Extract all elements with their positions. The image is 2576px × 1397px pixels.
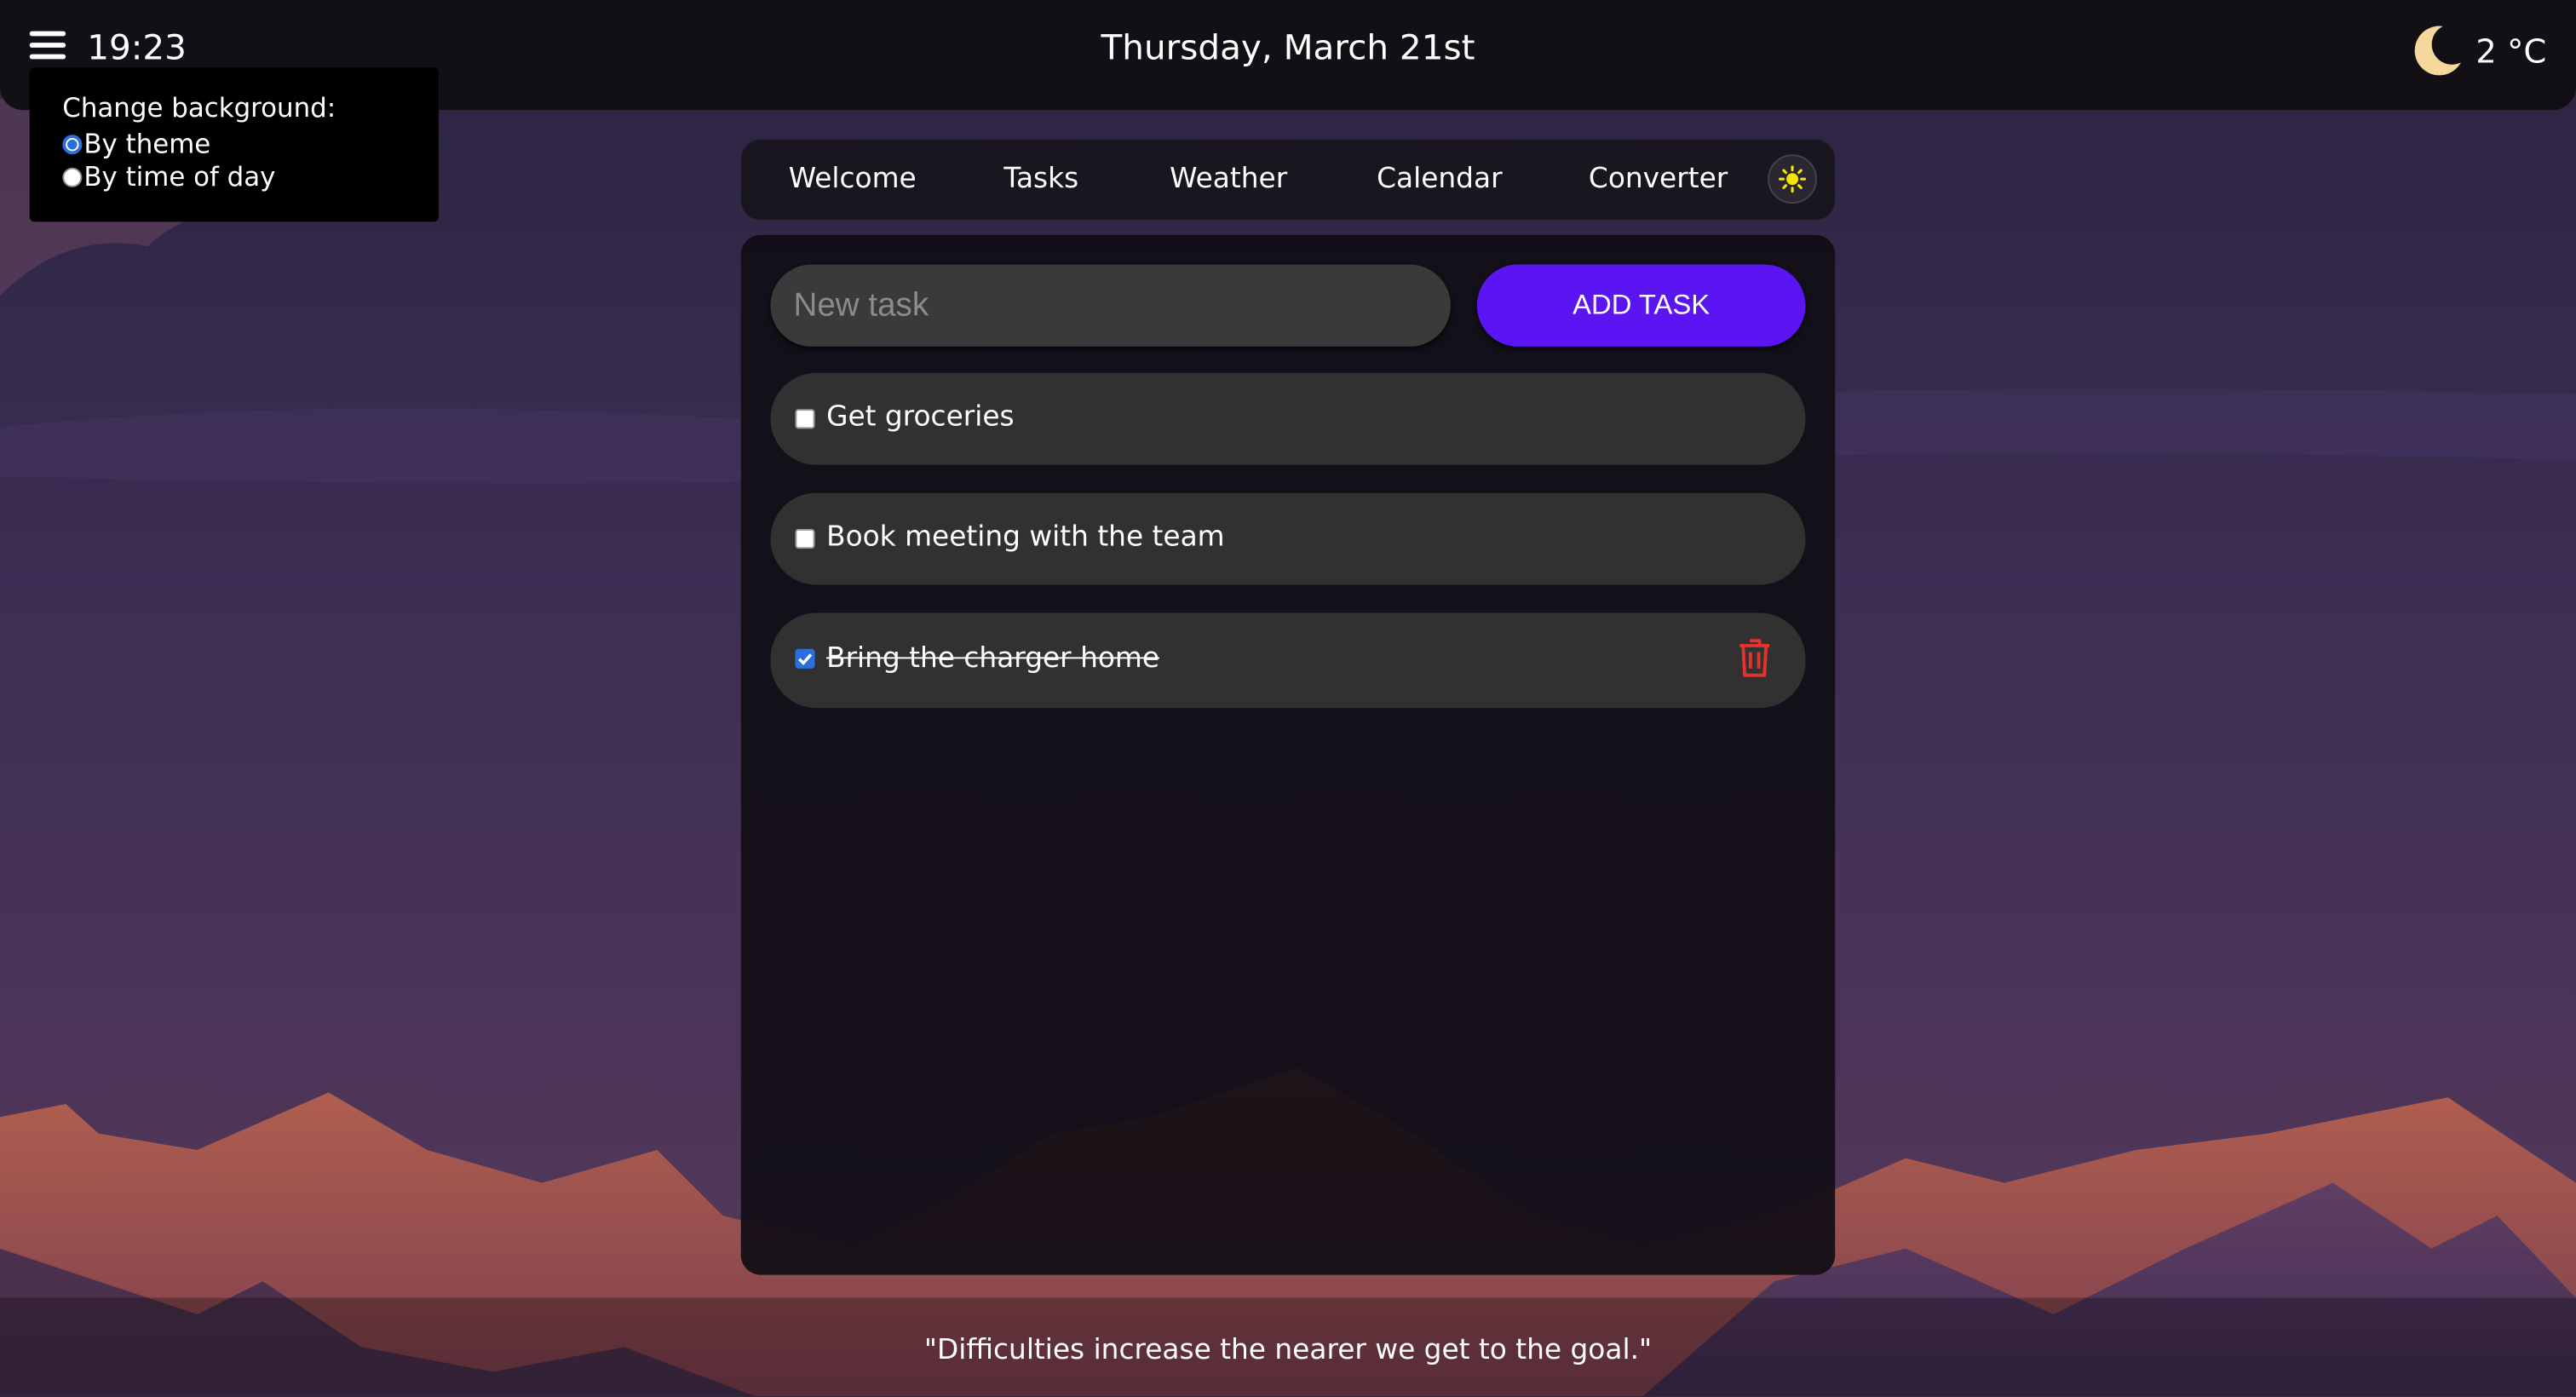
theme-toggle-button[interactable] <box>1768 154 1817 204</box>
tab-tasks[interactable]: Tasks <box>1003 140 1078 220</box>
tab-converter[interactable]: Converter <box>1589 140 1728 220</box>
current-date: Thursday, March 21st <box>1101 27 1475 68</box>
background-menu-title: Change background: <box>62 91 336 124</box>
tab-welcome[interactable]: Welcome <box>789 140 917 220</box>
task-item: Bring the charger home <box>770 612 1806 709</box>
background-menu: Change background: By theme By time of d… <box>29 67 439 222</box>
task-item: Get groceries <box>770 372 1806 465</box>
radio-by-time-of-day[interactable] <box>62 167 83 187</box>
background-option-time[interactable]: By time of day <box>62 161 439 194</box>
task-checkbox[interactable] <box>795 528 815 549</box>
radio-by-theme[interactable] <box>62 135 83 155</box>
background-option-label: By time of day <box>83 160 276 193</box>
tab-weather[interactable]: Weather <box>1170 140 1287 220</box>
task-label: Get groceries <box>826 400 1015 434</box>
background-option-label: By theme <box>83 128 211 160</box>
main-nav: Welcome Tasks Weather Calendar Converter <box>740 139 1836 221</box>
tab-calendar[interactable]: Calendar <box>1377 140 1502 220</box>
trash-icon[interactable] <box>1736 637 1772 680</box>
task-label: Bring the charger home <box>826 642 1160 676</box>
weather-summary: 2 °C <box>2406 23 2546 79</box>
temperature: 2 °C <box>2475 31 2547 71</box>
quote-text: "Difficulties increase the nearer we get… <box>923 1333 1653 1367</box>
add-task-button[interactable]: ADD TASK <box>1476 264 1806 347</box>
task-item: Book meeting with the team <box>770 492 1806 585</box>
task-label: Book meeting with the team <box>826 520 1225 554</box>
background-option-theme[interactable]: By theme <box>62 128 439 161</box>
task-checkbox-checked[interactable] <box>795 648 815 669</box>
moon-icon <box>2414 26 2461 76</box>
tasks-panel: ADD TASK Get groceries Book meeting with… <box>740 234 1836 1275</box>
app-root: 19:23 Thursday, March 21st 2 °C Change b… <box>0 0 2576 1397</box>
task-checkbox[interactable] <box>795 409 815 429</box>
sun-icon <box>1779 165 1807 193</box>
new-task-input[interactable] <box>770 264 1451 347</box>
